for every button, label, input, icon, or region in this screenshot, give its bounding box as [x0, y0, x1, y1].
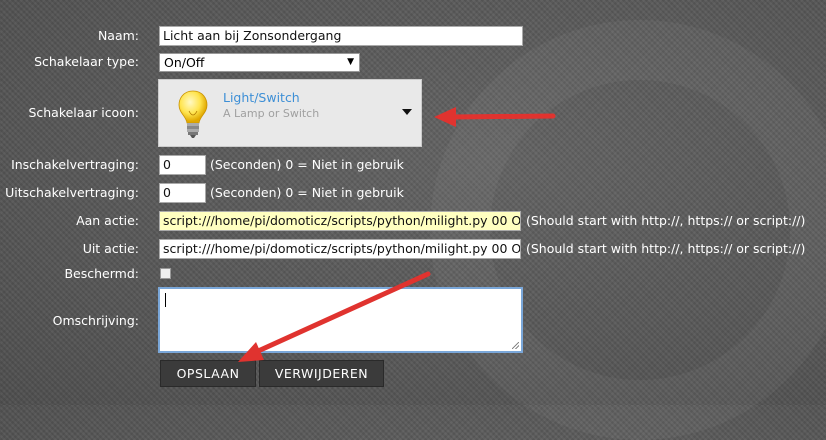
delete-button[interactable]: VERWIJDEREN — [259, 360, 384, 387]
name-label: Naam: — [97, 28, 139, 43]
icon-title: Light/Switch — [223, 90, 300, 105]
save-button[interactable]: OPSLAAN — [160, 360, 256, 387]
text-cursor — [165, 293, 166, 307]
light-bulb-icon — [178, 90, 208, 138]
on-delay-input[interactable]: 0 — [159, 155, 206, 175]
description-textarea[interactable] — [158, 287, 523, 353]
off-action-label: Uit actie: — [82, 241, 139, 256]
on-action-hint: (Should start with http://, https:// or … — [526, 213, 806, 228]
protected-checkbox[interactable] — [160, 268, 171, 279]
caret-down-icon — [402, 109, 412, 115]
on-delay-label: Inschakelvertraging: — [11, 157, 139, 172]
description-label: Omschrijving: — [52, 313, 139, 328]
protected-label: Beschermd: — [64, 266, 139, 281]
switch-type-label: Schakelaar type: — [34, 54, 139, 69]
name-input[interactable]: Licht aan bij Zonsondergang — [159, 26, 523, 46]
switch-type-value: On/Off — [164, 55, 205, 70]
switch-icon-label: Schakelaar icoon: — [28, 105, 139, 120]
off-delay-label: Uitschakelvertraging: — [5, 185, 139, 200]
icon-subtitle: A Lamp or Switch — [223, 107, 320, 120]
chevron-down-icon: ▼ — [347, 57, 354, 67]
switch-icon-select[interactable]: Light/Switch A Lamp or Switch — [158, 79, 422, 147]
on-delay-hint: (Seconden) 0 = Niet in gebruik — [210, 157, 404, 172]
off-action-hint: (Should start with http://, https:// or … — [526, 241, 806, 256]
off-delay-input[interactable]: 0 — [159, 183, 206, 203]
arrow-to-icon-select — [434, 107, 556, 127]
switch-type-select[interactable]: On/Off ▼ — [159, 53, 360, 72]
off-action-input[interactable]: script:///home/pi/domoticz/scripts/pytho… — [159, 239, 521, 259]
off-delay-hint: (Seconden) 0 = Niet in gebruik — [210, 185, 404, 200]
on-action-label: Aan actie: — [76, 213, 139, 228]
on-action-input[interactable]: script:///home/pi/domoticz/scripts/pytho… — [159, 211, 521, 231]
resize-grip-icon[interactable] — [512, 342, 519, 349]
